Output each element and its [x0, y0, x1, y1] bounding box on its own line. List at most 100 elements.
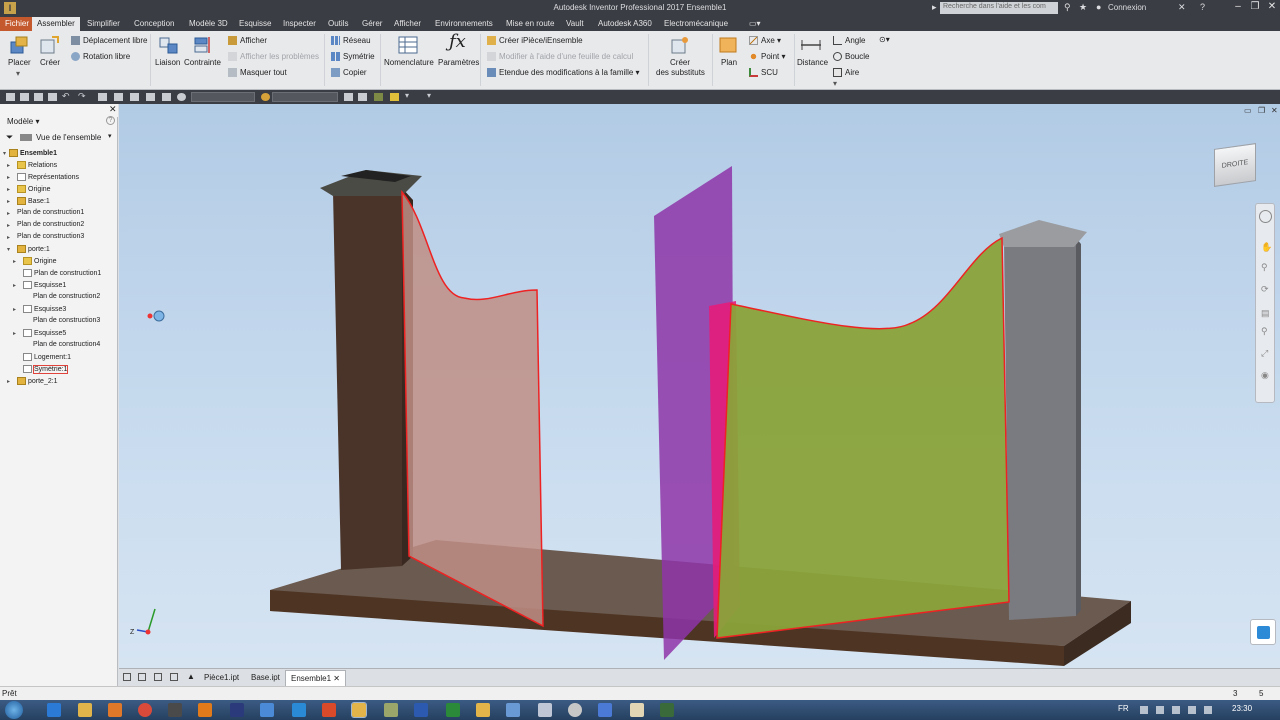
tree-item-porte-plan3[interactable]: Plan de construction3: [33, 317, 100, 324]
creer-substituts-label-2[interactable]: des substituts: [656, 68, 705, 77]
tree-item-porte1[interactable]: porte:1: [17, 245, 50, 253]
creer-ipiece-button[interactable]: Créer iPièce/iEnsemble: [487, 36, 583, 46]
arrange-icon[interactable]: [170, 673, 178, 681]
doctab-base[interactable]: Base.ipt: [247, 672, 284, 683]
qat-more-icon[interactable]: ▾: [427, 91, 436, 100]
office-icon[interactable]: [198, 703, 212, 717]
point-button[interactable]: Point ▾: [749, 52, 785, 62]
expand-toggle[interactable]: ▸: [7, 210, 10, 217]
tree-item-porte-plan1[interactable]: Plan de construction1: [23, 269, 101, 277]
zoom-window-icon[interactable]: ⚲: [1261, 326, 1268, 337]
tab-conception[interactable]: Conception: [129, 17, 179, 31]
undo-icon[interactable]: ↶: [62, 91, 71, 101]
reseau-button[interactable]: Réseau: [331, 36, 371, 46]
browser-title[interactable]: Modèle ▾: [7, 117, 40, 126]
app-icon[interactable]: [660, 703, 674, 717]
qat-customize-icon[interactable]: ▾: [405, 91, 414, 100]
filter-icon[interactable]: ⏷: [6, 132, 13, 143]
expand-toggle[interactable]: ▸: [7, 234, 10, 241]
update-icon[interactable]: [114, 93, 123, 101]
tree-item-plan-construction2[interactable]: Plan de construction2: [17, 221, 84, 228]
work-plane-icon[interactable]: [718, 35, 740, 55]
tab-esquisse[interactable]: Esquisse: [234, 17, 276, 31]
tab-overflow-icon[interactable]: ▭▾: [744, 17, 766, 31]
scu-button[interactable]: SCU: [749, 68, 778, 78]
network-icon[interactable]: [1188, 706, 1196, 714]
free-rotate-button[interactable]: Rotation libre: [71, 52, 130, 62]
afficher-button[interactable]: Afficher: [228, 36, 267, 46]
viewport-minimize-icon[interactable]: ▭: [1244, 106, 1252, 115]
measure-distance-icon[interactable]: [800, 35, 822, 55]
tab-inspecter[interactable]: Inspecter: [278, 17, 321, 31]
tab-fichier[interactable]: Fichier: [0, 17, 35, 31]
expand-toggle[interactable]: ▸: [7, 222, 10, 229]
parametres-button[interactable]: Paramètres: [438, 58, 479, 67]
excel-icon[interactable]: [446, 703, 460, 717]
creer-substituts-label-1[interactable]: Créer: [670, 58, 690, 67]
plan-button[interactable]: Plan: [721, 58, 737, 67]
tab-simplifier[interactable]: Simplifier: [82, 17, 125, 31]
creer-button[interactable]: Créer: [40, 58, 60, 67]
material-dropdown[interactable]: [191, 92, 255, 102]
expand-toggle[interactable]: ▸: [7, 198, 10, 205]
tree-item-representations[interactable]: Représentations: [17, 173, 79, 181]
tab-modele-3d[interactable]: Modèle 3D: [184, 17, 233, 31]
app-icon[interactable]: [598, 703, 612, 717]
clear-icon[interactable]: [358, 93, 367, 101]
contrainte-button[interactable]: Contrainte: [184, 58, 221, 67]
language-indicator[interactable]: FR: [1118, 704, 1129, 713]
tab-gerer[interactable]: Gérer: [357, 17, 387, 31]
taskbar-clock[interactable]: 23:30: [1232, 704, 1252, 713]
tree-item-porte-plan4[interactable]: Plan de construction4: [33, 341, 100, 348]
app-icon[interactable]: [538, 703, 552, 717]
premiere-icon[interactable]: [230, 703, 244, 717]
tree-item-origine[interactable]: Origine: [17, 185, 51, 193]
copier-button[interactable]: Copier: [331, 68, 367, 78]
look-icon[interactable]: ◉: [1261, 370, 1269, 381]
nomenclature-button[interactable]: Nomenclature: [384, 58, 434, 67]
tree-item-porte-origine[interactable]: Origine: [23, 257, 57, 265]
view-dropdown-icon[interactable]: ▾: [108, 132, 112, 140]
expand-toggle[interactable]: ▸: [7, 174, 10, 181]
tray-icon[interactable]: [1140, 706, 1148, 714]
modifier-feuille-button[interactable]: Modifier à l'aide d'une feuille de calcu…: [487, 52, 633, 62]
redo-icon[interactable]: ↷: [78, 91, 87, 101]
viewport-restore-icon[interactable]: ❐: [1258, 106, 1265, 115]
tile-horizontal-icon[interactable]: [138, 673, 146, 681]
tray-icon[interactable]: [1172, 706, 1180, 714]
etendue-modif-button[interactable]: Etendue des modifications à la famille ▾: [487, 68, 640, 78]
assembly-model-view[interactable]: Z: [119, 104, 1280, 668]
create-component-icon[interactable]: [38, 35, 60, 55]
tree-item-logement[interactable]: Logement:1: [23, 353, 71, 361]
appearance-icon[interactable]: [177, 93, 186, 101]
expand-toggle[interactable]: ▸: [7, 162, 10, 169]
expand-toggle[interactable]: ▾: [3, 150, 6, 157]
angle-button[interactable]: Angle: [833, 36, 865, 46]
zoom-all-icon[interactable]: ⤢: [1261, 348, 1268, 359]
joint-icon[interactable]: [158, 35, 180, 55]
navigation-toggle-button[interactable]: [1250, 619, 1276, 645]
substitutes-icon[interactable]: [669, 35, 691, 55]
sketch-tool-icon[interactable]: [374, 93, 383, 101]
browser-help-icon[interactable]: ?: [106, 116, 115, 125]
app-icon[interactable]: [384, 703, 398, 717]
tree-item-porte2[interactable]: porte_2:1: [17, 377, 58, 385]
chrome-icon[interactable]: [138, 703, 152, 717]
tab-vault[interactable]: Vault: [561, 17, 589, 31]
bom-icon[interactable]: [397, 35, 419, 55]
tree-item-esquisse1[interactable]: Esquisse1: [23, 281, 66, 289]
ribbon-options-icon[interactable]: ⊙▾: [879, 35, 890, 44]
save-icon[interactable]: [34, 93, 43, 101]
inventor-taskbar-icon[interactable]: [351, 702, 367, 718]
steering-wheel-icon[interactable]: [1259, 210, 1272, 223]
expand-toggle[interactable]: ▸: [13, 258, 16, 265]
right-pillar[interactable]: [1004, 238, 1076, 620]
left-pillar[interactable]: [333, 188, 402, 570]
color-icon[interactable]: [261, 93, 270, 101]
tab-environnements[interactable]: Environnements: [430, 17, 498, 31]
doctab-ensemble1[interactable]: Ensemble1 ✕: [285, 670, 346, 687]
minimize-button[interactable]: –: [1230, 1, 1246, 12]
app-icon[interactable]: [568, 703, 582, 717]
doc-list-icon[interactable]: ▲: [187, 672, 195, 681]
tree-item-base[interactable]: Base:1: [17, 197, 50, 205]
